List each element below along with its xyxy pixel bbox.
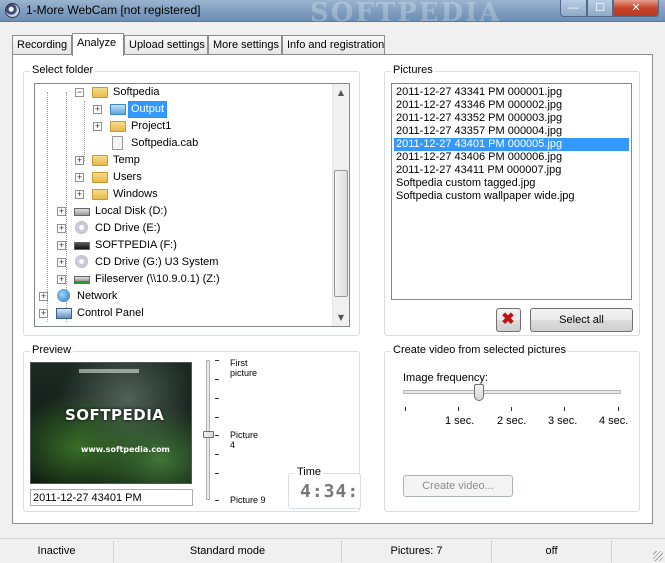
list-item[interactable]: 2011-12-27 43357 PM 000004.jpg <box>394 125 629 138</box>
watermark: SOFTPEDIA <box>310 0 502 28</box>
slider-last-label: Picture 9 <box>230 495 266 505</box>
preview-logo-text: SOFTPEDIA <box>65 406 165 424</box>
picture-slider-track[interactable] <box>206 360 210 500</box>
cd-drive-icon <box>75 221 88 234</box>
status-bar: Inactive Standard mode Pictures: 7 off <box>0 538 665 563</box>
preview-url-text: www.softpedia.com <box>81 445 170 454</box>
expand-icon[interactable]: + <box>57 275 66 284</box>
list-item[interactable]: 2011-12-27 43411 PM 000007.jpg <box>394 164 629 177</box>
folder-icon <box>110 104 126 115</box>
control-panel-icon <box>56 308 72 319</box>
select-folder-label: Select folder <box>30 64 96 76</box>
analyze-tab-panel: Select folder − Softpedia + Output + Pro… <box>12 54 653 524</box>
tab-upload-settings[interactable]: Upload settings <box>124 35 208 55</box>
minimize-button[interactable]: — <box>560 0 587 17</box>
expand-icon[interactable]: + <box>39 309 48 318</box>
slider-current-label: Picture 4 <box>230 430 259 450</box>
expand-icon[interactable]: + <box>75 156 84 165</box>
expand-icon[interactable]: + <box>75 173 84 182</box>
delete-icon: ✖ <box>501 311 515 328</box>
list-item[interactable]: Softpedia custom wallpaper wide.jpg <box>394 190 629 203</box>
pictures-list[interactable]: 2011-12-27 43341 PM 000001.jpg 2011-12-2… <box>391 83 632 300</box>
resize-grip-icon[interactable] <box>653 551 663 561</box>
folder-icon <box>110 121 126 132</box>
expand-icon[interactable]: + <box>75 190 84 199</box>
time-value: 4:34: <box>300 481 360 502</box>
folder-icon <box>92 172 108 183</box>
expand-icon[interactable]: + <box>93 105 102 114</box>
time-box: Time 4:34: <box>288 466 361 509</box>
hard-drive-icon <box>74 208 90 216</box>
preview-image: SOFTPEDIA www.softpedia.com <box>30 362 192 484</box>
list-item-selected[interactable]: 2011-12-27 43401 PM 000005.jpg <box>394 138 629 151</box>
pictures-label: Pictures <box>391 64 435 76</box>
preview-label: Preview <box>30 344 74 356</box>
time-label: Time <box>295 466 324 478</box>
tab-analyze[interactable]: Analyze <box>72 33 124 56</box>
preview-group: Preview SOFTPEDIA www.softpedia.com 2011… <box>23 344 361 512</box>
list-item[interactable]: 2011-12-27 43406 PM 000006.jpg <box>394 151 629 164</box>
network-icon <box>57 289 70 302</box>
select-all-button[interactable]: Select all <box>530 308 633 332</box>
scroll-up-icon[interactable]: ▲ <box>333 84 349 101</box>
image-frequency-label: Image frequency: <box>403 372 488 384</box>
delete-button[interactable]: ✖ <box>496 308 521 332</box>
create-video-button[interactable]: Create video... <box>403 475 513 497</box>
frequency-slider-thumb[interactable] <box>474 384 485 401</box>
file-icon <box>112 136 123 150</box>
minimize-icon: — <box>568 1 579 14</box>
folder-icon <box>92 155 108 166</box>
slider-first-label: First picture <box>230 358 258 378</box>
webcam-app-icon <box>5 3 20 18</box>
preview-overlay-bar <box>79 369 139 373</box>
cd-drive-icon <box>75 255 88 268</box>
tick-1-sec: 1 sec. <box>445 415 475 427</box>
pictures-group: Pictures 2011-12-27 43341 PM 000001.jpg … <box>384 64 640 336</box>
tick-2-sec: 2 sec. <box>497 415 527 427</box>
picture-slider-thumb[interactable] <box>203 431 214 438</box>
list-item[interactable]: 2011-12-27 43341 PM 000001.jpg <box>394 86 629 99</box>
close-icon: ✕ <box>631 1 641 14</box>
select-folder-group: Select folder − Softpedia + Output + Pro… <box>23 64 360 336</box>
expand-icon[interactable]: + <box>57 241 66 250</box>
tab-recording[interactable]: Recording <box>12 35 72 55</box>
collapse-icon[interactable]: − <box>75 88 84 97</box>
removable-drive-icon <box>74 242 90 250</box>
list-item[interactable]: 2011-12-27 43346 PM 000002.jpg <box>394 99 629 112</box>
tick-4-sec: 4 sec. <box>599 415 629 427</box>
folder-icon <box>92 87 108 98</box>
tab-more-settings[interactable]: More settings <box>208 35 282 55</box>
folder-icon <box>92 189 108 200</box>
window-title: 1-More WebCam [not registered] <box>26 3 201 17</box>
expand-icon[interactable]: + <box>57 224 66 233</box>
create-video-group: Create video from selected pictures Imag… <box>384 344 640 512</box>
maximize-icon: ☐ <box>595 1 605 14</box>
expand-icon[interactable]: + <box>57 258 66 267</box>
title-bar: 1-More WebCam [not registered] SOFTPEDIA… <box>0 0 665 28</box>
create-video-label: Create video from selected pictures <box>391 344 569 356</box>
network-drive-icon <box>74 276 90 284</box>
close-button[interactable]: ✕ <box>613 0 659 17</box>
scroll-thumb[interactable] <box>334 170 348 297</box>
list-item[interactable]: 2011-12-27 43352 PM 000003.jpg <box>394 112 629 125</box>
scroll-down-icon[interactable]: ▼ <box>333 309 349 326</box>
folder-tree[interactable]: − Softpedia + Output + Project1 Softpedi… <box>34 83 350 327</box>
tick-3-sec: 3 sec. <box>548 415 578 427</box>
expand-icon[interactable]: + <box>93 122 102 131</box>
status-flag: off <box>492 541 612 562</box>
maximize-button[interactable]: ☐ <box>587 0 613 17</box>
tree-scrollbar[interactable]: ▲ ▼ <box>332 84 349 326</box>
list-item[interactable]: Softpedia custom tagged.jpg <box>394 177 629 190</box>
status-state: Inactive <box>0 541 114 562</box>
expand-icon[interactable]: + <box>39 292 48 301</box>
status-picture-count: Pictures: 7 <box>342 541 492 562</box>
frequency-slider-track[interactable] <box>403 390 621 394</box>
status-mode: Standard mode <box>114 541 342 562</box>
preview-filename-field[interactable]: 2011-12-27 43401 PM <box>30 489 193 506</box>
tab-info-registration[interactable]: Info and registration <box>282 35 385 55</box>
expand-icon[interactable]: + <box>57 207 66 216</box>
